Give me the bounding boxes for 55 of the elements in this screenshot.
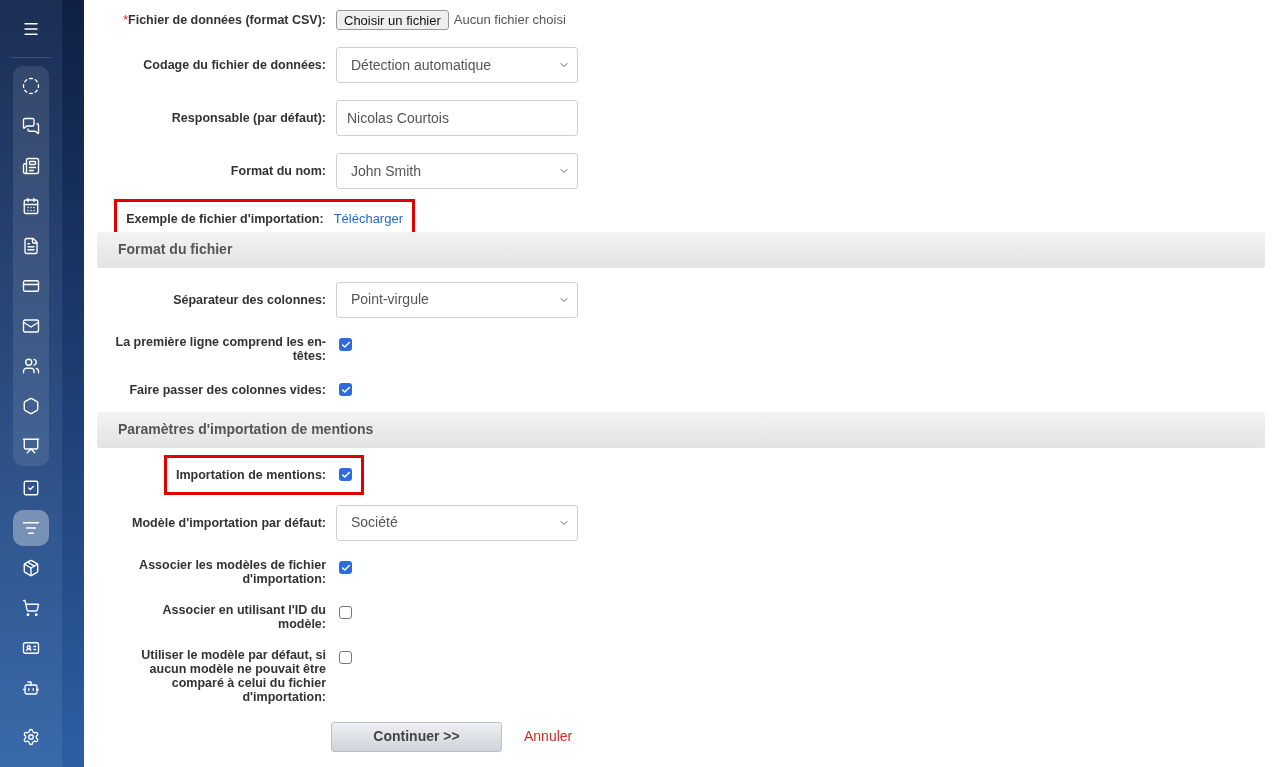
field-label: Format du nom:: [230, 164, 326, 178]
box-icon: [22, 559, 40, 577]
envelope-icon: [22, 317, 40, 335]
robot-icon: [22, 679, 40, 697]
field-label: La première ligne comprend les en-têtes:: [115, 334, 326, 363]
checkbox[interactable]: [339, 606, 352, 619]
dropdown[interactable]: Point-virgule: [336, 281, 578, 318]
field-label: Modèle d'importation par défaut:: [132, 515, 326, 530]
field-label: Utiliser le modèle par défaut, si aucun modèle ne pouvait être comparé à celui du fichier d'importation:: [140, 647, 326, 704]
dotted-circle-icon: [22, 77, 40, 95]
card-icon: [22, 277, 40, 295]
field-label: Séparateur des colonnes:: [173, 292, 326, 307]
funnel-nav-button[interactable]: [13, 510, 49, 546]
cancel-link[interactable]: Annuler: [524, 726, 573, 747]
task-icon: [22, 479, 40, 497]
dropdown[interactable]: Société: [336, 504, 578, 541]
document-icon: [22, 237, 40, 255]
check-icon: [340, 562, 351, 573]
choose-file-button[interactable]: Choisir un fichier: [336, 10, 449, 30]
field-label: *Fichier de données (format CSV):: [123, 13, 326, 27]
check-icon: [340, 469, 351, 480]
required-mark: *: [123, 13, 129, 27]
checkbox[interactable]: [339, 468, 352, 481]
field-label: Faire passer des colonnes vides:: [129, 382, 326, 397]
field-label: Codage du fichier de données:: [143, 58, 326, 72]
dropdown[interactable]: John Smith: [336, 153, 578, 189]
field-label: Importation de mentions:: [176, 467, 326, 482]
settings-icon: [22, 728, 40, 746]
check-icon: [340, 384, 351, 395]
funnel-icon: [22, 519, 40, 537]
download-link[interactable]: Télécharger: [333, 209, 403, 229]
field-label: Exemple de fichier d'importation:: [126, 211, 324, 226]
text-field[interactable]: Nicolas Courtois: [336, 100, 578, 136]
check-icon: [340, 339, 351, 350]
chat-bubbles-icon: [22, 117, 40, 135]
checkbox[interactable]: [339, 383, 352, 396]
field-label: Associer en utilisant l'ID du modèle:: [161, 602, 326, 631]
people-icon: [22, 357, 40, 375]
checkbox[interactable]: [339, 561, 352, 574]
calendar-icon: [22, 197, 40, 215]
id-card-icon: [22, 639, 40, 657]
section-header: Paramètres d'importation de mentions: [97, 411, 1265, 448]
hexagon-icon: [22, 397, 40, 415]
cart-icon: [22, 599, 40, 617]
checkbox[interactable]: [339, 338, 352, 351]
continue-button[interactable]: Continuer >>: [331, 721, 502, 752]
dropdown[interactable]: Détection automatique: [336, 47, 578, 83]
file-status-text: Aucun fichier choisi: [453, 11, 566, 30]
newspaper-icon: [22, 157, 40, 175]
field-label: Associer les modèles de fichier d'importation:: [138, 557, 326, 586]
presentation-board-icon: [22, 437, 40, 455]
field-label: Responsable (par défaut):: [171, 111, 326, 125]
menu-icon: [22, 20, 40, 38]
section-header: Format du fichier: [97, 231, 1265, 268]
checkbox[interactable]: [339, 651, 352, 664]
